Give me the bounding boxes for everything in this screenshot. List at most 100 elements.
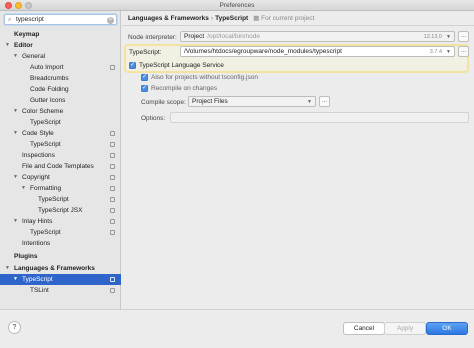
project-scope-note: ▦ For current project xyxy=(253,15,315,22)
breadcrumb: Languages & Frameworks › TypeScript ▦ For c… xyxy=(128,14,314,23)
expanded-arrow-icon[interactable]: ▼ xyxy=(13,216,18,227)
expanded-arrow-icon[interactable]: ▼ xyxy=(13,51,18,62)
tree-item-formatting-typescript[interactable]: TypeScript xyxy=(0,194,121,205)
node-interpreter-select[interactable]: Project/opt/local/bin/node 12.13.0 ▼ xyxy=(180,31,455,42)
project-scope-icon xyxy=(110,164,115,169)
compile-scope-label: Compile scope: xyxy=(141,99,186,106)
settings-content: Languages & Frameworks › TypeScript ▦ For c… xyxy=(122,11,474,309)
tree-item-label: TypeScript xyxy=(22,276,53,283)
tree-item-formatting-typescript-jsx[interactable]: TypeScript JSX xyxy=(0,205,121,216)
language-service-checkbox[interactable]: ✓ xyxy=(129,62,136,69)
clear-search-icon[interactable]: × xyxy=(107,16,114,24)
compile-scope-browse-button[interactable]: ... xyxy=(319,96,330,107)
tree-item-code-style[interactable]: ▼ Code Style xyxy=(0,128,121,139)
tree-item-code-folding[interactable]: Code Folding xyxy=(0,84,121,95)
settings-sidebar: ⌕ typescript × Keymap ▼ Editor ▼ General… xyxy=(0,11,121,309)
tree-item-keymap[interactable]: Keymap xyxy=(0,29,121,40)
typescript-path-select[interactable]: /Volumes/htdocs/egroupware/node_modules/… xyxy=(180,46,455,57)
tree-item-languages-frameworks[interactable]: ▼ Languages & Frameworks xyxy=(0,263,121,274)
dialog-footer: ? Cancel Apply OK xyxy=(0,309,474,348)
close-window-icon[interactable] xyxy=(5,2,12,9)
cancel-button[interactable]: Cancel xyxy=(343,322,385,335)
project-scope-icon xyxy=(110,197,115,202)
breadcrumb-separator: › xyxy=(210,15,214,22)
node-browse-button[interactable]: ... xyxy=(458,31,469,42)
search-input[interactable]: typescript xyxy=(16,16,44,24)
tree-item-languages-typescript[interactable]: ▼ TypeScript xyxy=(0,274,121,285)
chevron-down-icon: ▼ xyxy=(446,34,451,40)
chevron-down-icon: ▼ xyxy=(307,99,312,105)
options-input[interactable] xyxy=(170,112,469,123)
options-label: Options: xyxy=(141,115,166,122)
expanded-arrow-icon[interactable]: ▼ xyxy=(13,274,18,285)
tree-item-tslint[interactable]: TSLint xyxy=(0,285,121,296)
tree-item-label: TypeScript xyxy=(38,196,69,203)
apply-button[interactable]: Apply xyxy=(384,322,426,335)
typescript-path-value: /Volumes/htdocs/egroupware/node_modules/… xyxy=(184,48,342,55)
ok-button[interactable]: OK xyxy=(426,322,468,335)
tree-item-label: Plugins xyxy=(14,253,38,260)
tree-item-breadcrumbs[interactable]: Breadcrumbs xyxy=(0,73,121,84)
tree-item-label: TypeScript JSX xyxy=(38,207,83,214)
tree-item-plugins[interactable]: Plugins xyxy=(0,251,121,262)
help-button[interactable]: ? xyxy=(8,321,21,334)
expanded-arrow-icon[interactable]: ▼ xyxy=(21,183,26,194)
expanded-arrow-icon[interactable]: ▼ xyxy=(5,40,10,51)
project-scope-icon xyxy=(110,142,115,147)
recompile-label: Recompile on changes xyxy=(151,85,218,92)
tree-item-auto-import[interactable]: Auto Import xyxy=(0,62,121,73)
tree-item-color-scheme[interactable]: ▼ Color Scheme xyxy=(0,106,121,117)
node-interpreter-value: Project/opt/local/bin/node xyxy=(184,33,260,41)
project-scope-icon xyxy=(110,230,115,235)
tree-item-label: Languages & Frameworks xyxy=(14,265,95,272)
minimize-window-icon[interactable] xyxy=(15,2,22,9)
maximize-window-icon[interactable] xyxy=(25,2,32,9)
tree-item-file-code-templates[interactable]: File and Code Templates xyxy=(0,161,121,172)
tree-item-label: Formatting xyxy=(30,185,62,192)
expanded-arrow-icon[interactable]: ▼ xyxy=(13,172,18,183)
breadcrumb-current: TypeScript xyxy=(215,15,249,22)
tree-item-label: Inlay Hints xyxy=(22,218,53,225)
expanded-arrow-icon[interactable]: ▼ xyxy=(5,263,10,274)
tree-item-label: Intentions xyxy=(22,240,51,247)
typescript-label: TypeScript: xyxy=(129,49,162,56)
tree-item-editor[interactable]: ▼ Editor xyxy=(0,40,121,51)
tree-item-gutter-icons[interactable]: Gutter Icons xyxy=(0,95,121,106)
tree-item-label: General xyxy=(22,53,46,60)
search-field[interactable]: ⌕ typescript × xyxy=(4,14,117,25)
node-interpreter-path: /opt/local/bin/node xyxy=(207,33,260,40)
tree-item-label: TSLint xyxy=(30,287,49,294)
project-scope-icon xyxy=(110,288,115,293)
tree-item-label: TypeScript xyxy=(30,229,61,236)
tree-item-formatting[interactable]: ▼ Formatting xyxy=(0,183,121,194)
typescript-version: 3.7.4 xyxy=(429,49,442,55)
chevron-down-icon: ▼ xyxy=(446,49,451,55)
header-divider xyxy=(122,25,474,26)
tree-item-inlay-hints[interactable]: ▼ Inlay Hints xyxy=(0,216,121,227)
project-scope-icon xyxy=(110,131,115,136)
project-scope-text: For current project xyxy=(261,15,315,22)
tree-item-inspections[interactable]: Inspections xyxy=(0,150,121,161)
project-scope-icon xyxy=(110,65,115,70)
expanded-arrow-icon[interactable]: ▼ xyxy=(13,106,18,117)
tree-item-color-scheme-typescript[interactable]: TypeScript xyxy=(0,117,121,128)
compile-scope-select[interactable]: Project Files ▼ xyxy=(188,96,316,107)
expanded-arrow-icon[interactable]: ▼ xyxy=(13,128,18,139)
tree-item-label: Color Scheme xyxy=(22,108,64,115)
typescript-browse-button[interactable]: ... xyxy=(458,46,469,57)
tree-item-label: Copyright xyxy=(22,174,50,181)
tree-item-label: Gutter Icons xyxy=(30,97,66,104)
tree-item-label: Editor xyxy=(14,42,33,49)
node-version: 12.13.0 xyxy=(423,34,442,40)
tree-item-general[interactable]: ▼ General xyxy=(0,51,121,62)
project-scope-icon xyxy=(110,208,115,213)
node-interpreter-label: Node interpreter: xyxy=(128,34,177,41)
recompile-checkbox[interactable]: ✓ xyxy=(141,85,148,92)
tree-item-copyright[interactable]: ▼ Copyright xyxy=(0,172,121,183)
tree-item-inlay-hints-typescript[interactable]: TypeScript xyxy=(0,227,121,238)
tree-item-code-style-typescript[interactable]: TypeScript xyxy=(0,139,121,150)
tree-item-label: Inspections xyxy=(22,152,55,159)
tree-item-intentions[interactable]: Intentions xyxy=(0,238,121,249)
no-tsconfig-checkbox[interactable]: ✓ xyxy=(141,74,148,81)
no-tsconfig-label: Also for projects without tsconfig.json xyxy=(151,74,258,81)
